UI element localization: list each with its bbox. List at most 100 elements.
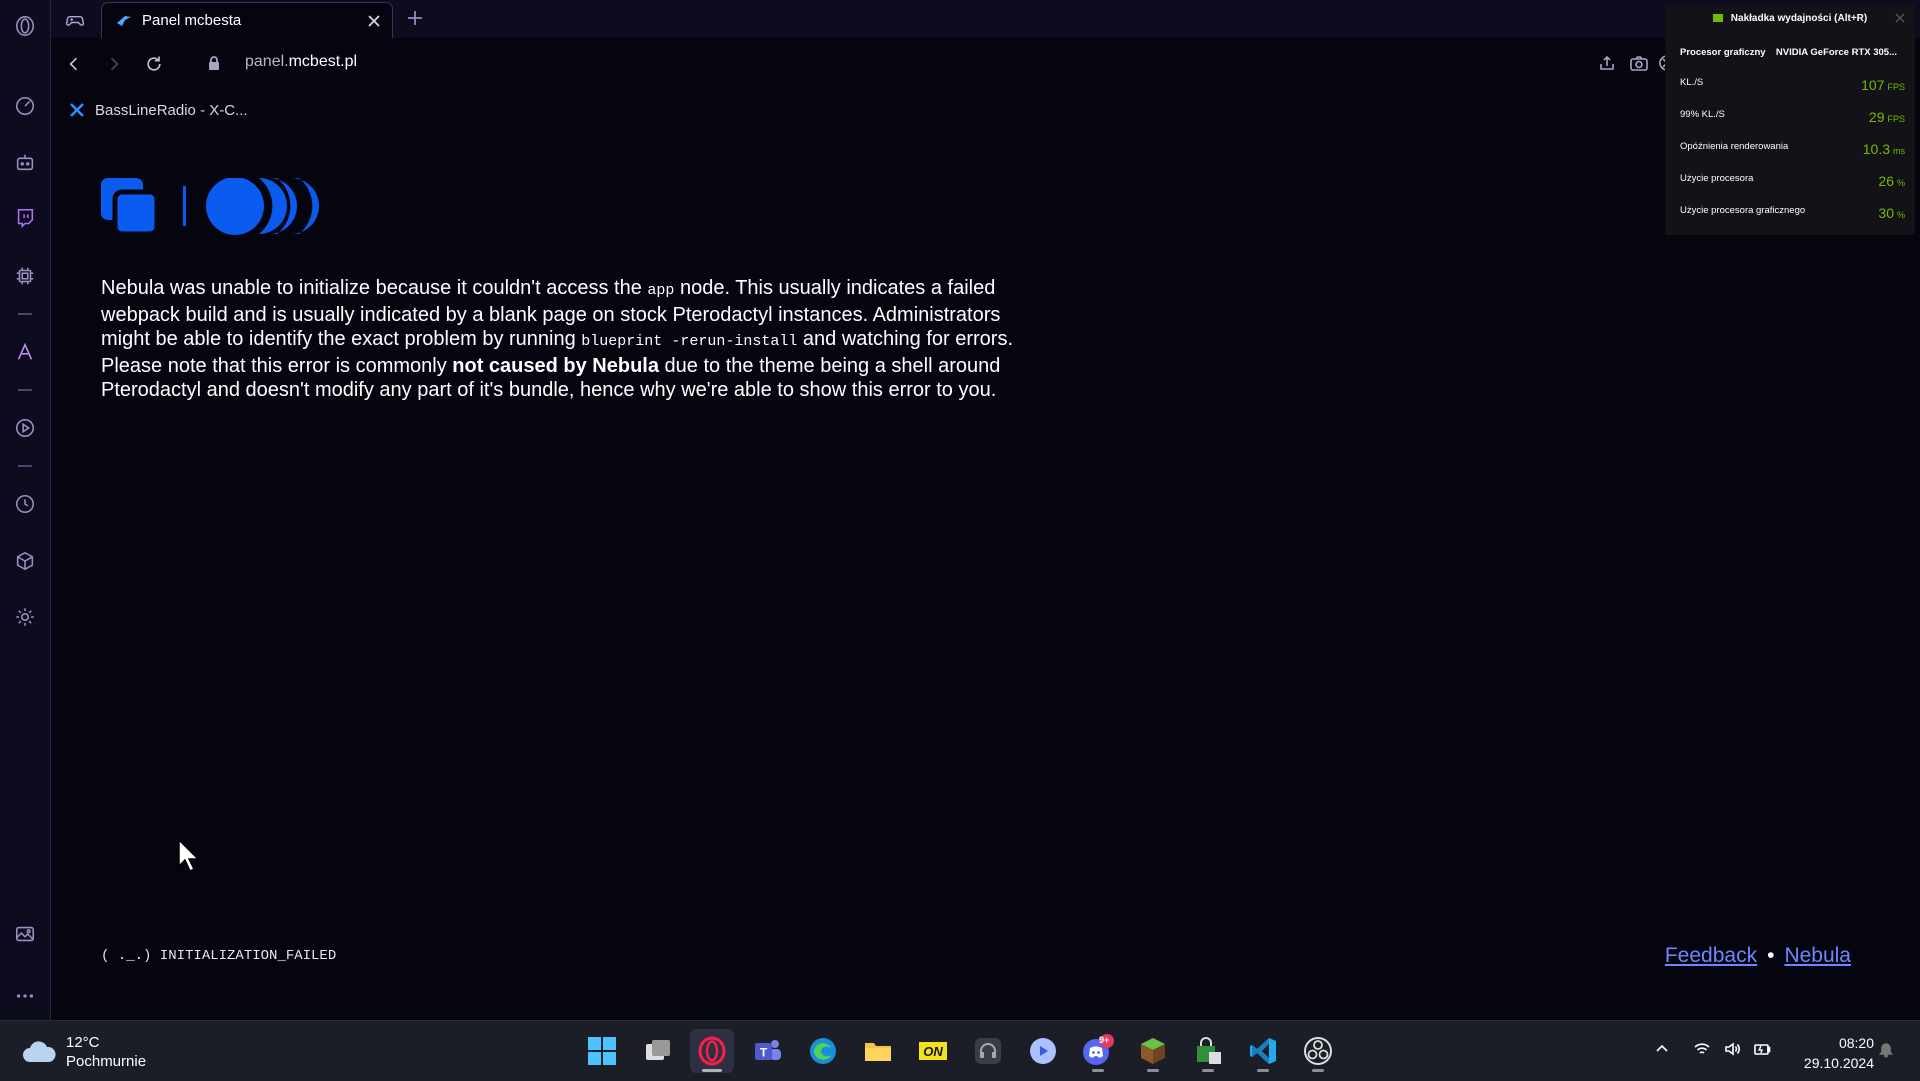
discord-badge: 9+ — [1099, 1035, 1110, 1045]
gaming-workspace-icon[interactable] — [58, 5, 92, 35]
sidebar-separator — [18, 313, 32, 315]
bookmarks-bar: BassLineRadio - X-C... — [51, 90, 1920, 130]
chevron-left-icon — [69, 57, 78, 71]
overlay-gpu-label: Procesor graficzny — [1680, 47, 1766, 58]
x-logo-icon — [70, 103, 84, 117]
notification-bell-icon[interactable] — [1874, 1037, 1898, 1061]
error-paragraph-2: Please note that this error is commonly … — [101, 355, 1001, 401]
feedback-link[interactable]: Feedback — [1665, 944, 1757, 967]
edge-icon — [810, 1038, 836, 1064]
address-bar: panel.mcbest.pl — [51, 38, 1920, 90]
tab-close-icon[interactable] — [364, 11, 384, 31]
history-icon[interactable] — [11, 490, 39, 518]
taskbar-opera-gx[interactable] — [690, 1029, 734, 1073]
snapshot-camera-icon[interactable] — [1629, 53, 1651, 75]
headset-icon — [975, 1038, 1001, 1064]
performance-overlay: Nakładka wydajności (Alt+R) Procesor gra… — [1665, 5, 1915, 235]
weather-condition: Pochmurnie — [66, 1053, 147, 1070]
tab-bar: Panel mcbesta — [51, 0, 1920, 38]
taskbar-on-app[interactable]: ON — [911, 1029, 955, 1073]
taskbar-store-app[interactable] — [1186, 1029, 1230, 1073]
windows-logo-icon — [588, 1037, 616, 1065]
folder-icon — [865, 1043, 891, 1061]
pterodactyl-favicon-icon — [117, 16, 131, 26]
sidebar-separator — [18, 389, 32, 391]
svg-text:ON: ON — [923, 1044, 943, 1059]
extensions-icon[interactable] — [11, 547, 39, 575]
overlay-row-render-latency: Opóźnienia renderowania 10.3 ms — [1680, 141, 1905, 157]
aria-icon[interactable] — [11, 338, 39, 366]
task-view-button[interactable] — [636, 1029, 680, 1073]
bookmark-label: BassLineRadio - X-C... — [95, 101, 248, 119]
taskbar-vscode[interactable] — [1241, 1029, 1285, 1073]
taskbar-obs[interactable] — [1296, 1029, 1340, 1073]
share-icon[interactable] — [1597, 53, 1619, 75]
show-hidden-icons-chevron-up-icon[interactable] — [1650, 1037, 1674, 1061]
hardware-monitor-icon[interactable] — [11, 262, 39, 290]
speed-dial-icon[interactable] — [11, 92, 39, 120]
taskbar-discord[interactable]: 9+ — [1076, 1029, 1120, 1073]
footer-separator: • — [1767, 944, 1775, 967]
obs-icon — [1304, 1037, 1332, 1065]
footer-links: Feedback • Nebula — [1665, 944, 1851, 968]
ai-assistant-icon[interactable] — [11, 148, 39, 176]
grass-block-icon — [1141, 1038, 1165, 1064]
twitch-icon[interactable] — [11, 204, 39, 232]
clock-time: 08:20 — [1838, 1035, 1874, 1051]
taskbar-edge[interactable] — [801, 1029, 845, 1073]
task-view-icon — [646, 1040, 670, 1060]
overlay-row-99-fps: 99% KL./S 29 FPS — [1680, 109, 1905, 125]
taskbar-headset-app[interactable] — [966, 1029, 1010, 1073]
overlay-row-cpu-usage: Użycie procesora 26% — [1680, 173, 1905, 189]
overlay-close-icon[interactable] — [1893, 11, 1907, 25]
weather-widget[interactable]: 12°C Pochmurnie — [22, 1033, 146, 1071]
taskbar-file-explorer[interactable] — [856, 1029, 900, 1073]
clock[interactable]: 08:20 29.10.2024 — [1790, 1033, 1874, 1073]
player-icon[interactable] — [11, 414, 39, 442]
weather-temperature: 12°C — [66, 1034, 100, 1051]
taskbar-teams[interactable]: T — [746, 1029, 790, 1073]
windows-taskbar: 12°C Pochmurnie T ON 9+ 08:20 29.10.2024 — [0, 1020, 1920, 1081]
back-button[interactable] — [61, 51, 87, 77]
forward-button[interactable] — [101, 51, 127, 77]
mouse-cursor-icon — [178, 838, 200, 873]
volume-icon[interactable] — [1720, 1037, 1744, 1061]
reload-icon — [147, 56, 161, 71]
tab-panel-mcbesta[interactable]: Panel mcbesta — [101, 2, 393, 38]
lock-icon[interactable] — [205, 54, 223, 72]
overlay-row-gpu-usage: Użycie procesora graficznego 30% — [1680, 205, 1905, 221]
discord-icon — [1083, 1034, 1114, 1065]
overlay-gpu-row: Procesor graficzny NVIDIA GeForce RTX 30… — [1680, 47, 1905, 73]
reload-button[interactable] — [141, 51, 167, 77]
more-options-icon[interactable] — [11, 982, 39, 1010]
taskbar-minecraft-launcher[interactable] — [1131, 1029, 1175, 1073]
cloud-icon — [23, 1041, 56, 1062]
error-paragraph-1: Nebula was unable to initialize because … — [101, 277, 1013, 350]
overlay-gpu-value: NVIDIA GeForce RTX 305... — [1775, 47, 1897, 58]
taskbar-messenger-app[interactable] — [1021, 1029, 1065, 1073]
blueprint-nebula-logo — [101, 178, 319, 237]
store-bag-icon — [1197, 1037, 1221, 1064]
chevron-right-icon — [110, 57, 119, 71]
bookmark-basslineradio[interactable]: BassLineRadio - X-C... — [69, 96, 248, 124]
new-tab-plus-icon[interactable] — [403, 6, 427, 30]
settings-gear-icon[interactable] — [11, 603, 39, 631]
battery-icon[interactable] — [1750, 1037, 1774, 1061]
opera-gx-icon — [698, 1036, 726, 1066]
start-button[interactable] — [580, 1029, 624, 1073]
chat-bubble-icon — [1030, 1038, 1056, 1064]
page-content: Nebula was unable to initialize because … — [51, 130, 1920, 1020]
nebula-link[interactable]: Nebula — [1784, 944, 1851, 967]
error-status-code: ( ._.) INITIALIZATION_FAILED — [101, 948, 337, 964]
overlay-title: Nakładka wydajności (Alt+R) — [1665, 13, 1915, 24]
tab-title: Panel mcbesta — [142, 12, 242, 29]
sidebar-separator — [18, 465, 32, 467]
wallpaper-icon[interactable] — [11, 920, 39, 948]
svg-text:T: T — [760, 1046, 768, 1060]
vscode-icon — [1250, 1038, 1276, 1064]
wifi-icon[interactable] — [1690, 1037, 1714, 1061]
url-field[interactable]: panel.mcbest.pl — [245, 53, 357, 71]
clock-date: 29.10.2024 — [1803, 1055, 1874, 1071]
on-app-icon: ON — [919, 1042, 947, 1060]
opera-logo-icon[interactable] — [11, 12, 39, 40]
